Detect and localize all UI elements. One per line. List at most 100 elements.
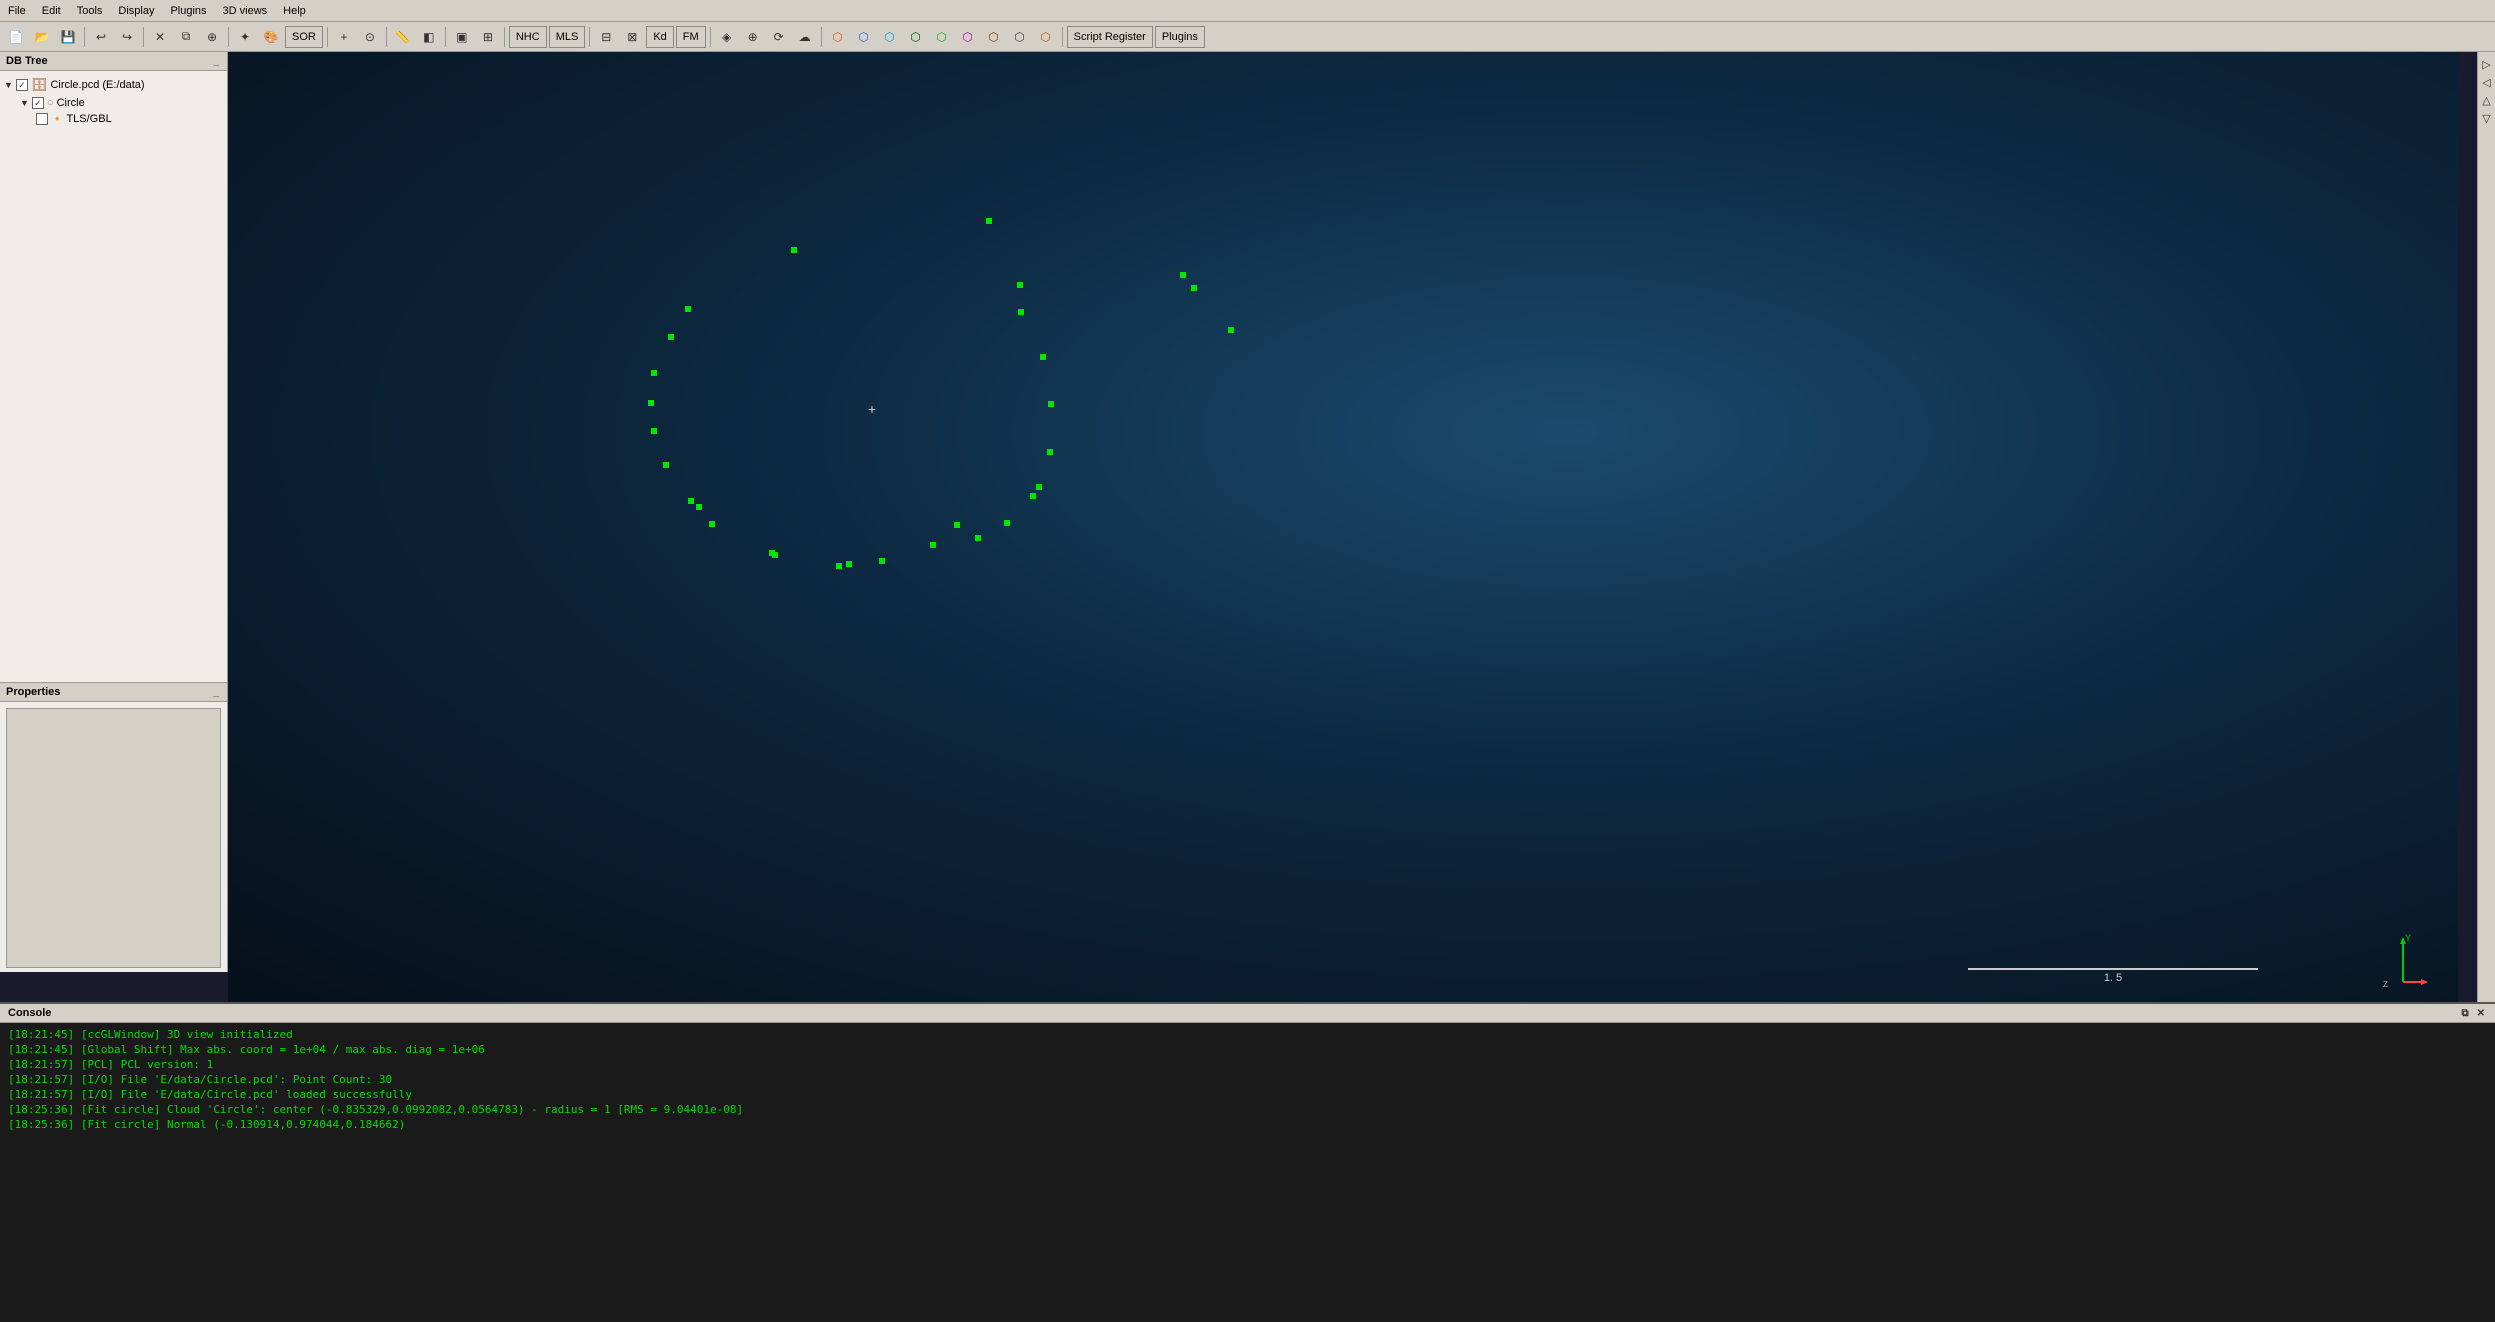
- color-btn[interactable]: 🎨: [259, 25, 283, 49]
- delete-btn[interactable]: ✕: [148, 25, 172, 49]
- kd-btn[interactable]: Kd: [646, 26, 673, 48]
- properties-panel: Properties _: [0, 682, 228, 972]
- db-tree-minimize[interactable]: _: [211, 56, 221, 67]
- plugin1-btn[interactable]: ⬡: [826, 25, 850, 49]
- console-line-3: [18:21:57] [I/O] File 'E/data/Circle.pcd…: [8, 1072, 2487, 1087]
- nhc-btn[interactable]: NHC: [509, 26, 547, 48]
- sample-btn[interactable]: ✦: [233, 25, 257, 49]
- ransac-btn[interactable]: ⟳: [767, 25, 791, 49]
- sep2: [143, 27, 144, 47]
- right-btn3[interactable]: △: [2479, 92, 2495, 108]
- main-viewport[interactable]: + 1. 5 Y Z: [228, 52, 2458, 1002]
- add-point-btn[interactable]: +: [332, 25, 356, 49]
- menu-edit[interactable]: Edit: [34, 3, 69, 19]
- menu-help[interactable]: Help: [275, 3, 314, 19]
- sep7: [504, 27, 505, 47]
- properties-minimize[interactable]: _: [211, 687, 221, 698]
- console-close[interactable]: ✕: [2475, 1008, 2487, 1019]
- root-arrow: ▼: [4, 80, 13, 90]
- point-4: [651, 370, 657, 376]
- scale-label: 1. 5: [2104, 972, 2122, 984]
- point-3: [668, 334, 674, 340]
- point-28: [1191, 285, 1197, 291]
- console-title: Console: [8, 1007, 51, 1019]
- sep10: [821, 27, 822, 47]
- plugin2-btn[interactable]: ⬡: [852, 25, 876, 49]
- classify-btn[interactable]: ◈: [715, 25, 739, 49]
- db-tree-header: DB Tree _: [0, 52, 227, 71]
- redo-btn[interactable]: ↪: [115, 25, 139, 49]
- plugin6-btn[interactable]: ⬡: [956, 25, 980, 49]
- console-content[interactable]: [18:21:45] [ccGLWindow] 3D view initiali…: [0, 1023, 2495, 1313]
- normals-btn[interactable]: ⊠: [620, 25, 644, 49]
- crosshair: +: [864, 401, 880, 417]
- right-btn4[interactable]: ▽: [2479, 110, 2495, 126]
- point-27: [1180, 272, 1186, 278]
- plugins-btn[interactable]: Plugins: [1155, 26, 1205, 48]
- fm-btn[interactable]: FM: [676, 26, 706, 48]
- console-line-2: [18:21:57] [PCL] PCL version: 1: [8, 1057, 2487, 1072]
- plugin8-btn[interactable]: ⬡: [1008, 25, 1032, 49]
- console-line-4: [18:21:57] [I/O] File 'E/data/Circle.pcd…: [8, 1087, 2487, 1102]
- new-btn[interactable]: 📄: [4, 25, 28, 49]
- plugin9-btn[interactable]: ⬡: [1034, 25, 1058, 49]
- plugin4-btn[interactable]: ⬡: [904, 25, 928, 49]
- sep6: [445, 27, 446, 47]
- root-checkbox[interactable]: [16, 79, 28, 91]
- circle-checkbox[interactable]: [32, 97, 44, 109]
- tls-checkbox[interactable]: [36, 113, 48, 125]
- sep5: [386, 27, 387, 47]
- point-19: [1004, 520, 1010, 526]
- view2-btn[interactable]: ⊞: [476, 25, 500, 49]
- plugin7-btn[interactable]: ⬡: [982, 25, 1006, 49]
- point-26: [1017, 282, 1023, 288]
- db-tree-content: ▼ 🗄 Circle.pcd (E:/data) ▼ ○ Circle 🔸 TL…: [0, 71, 227, 131]
- menu-3dviews[interactable]: 3D views: [215, 3, 276, 19]
- plugin5-btn[interactable]: ⬡: [930, 25, 954, 49]
- tls-icon: 🔸: [51, 114, 63, 125]
- grid-btn[interactable]: ⊟: [594, 25, 618, 49]
- section-btn[interactable]: ◧: [417, 25, 441, 49]
- console-line-1: [18:21:45] [Global Shift] Max abs. coord…: [8, 1042, 2487, 1057]
- menu-file[interactable]: File: [0, 3, 34, 19]
- measure-btn[interactable]: 📏: [391, 25, 415, 49]
- cloud-btn[interactable]: ☁: [793, 25, 817, 49]
- compute-btn[interactable]: ⊕: [741, 25, 765, 49]
- tls-label: TLS/GBL: [66, 113, 111, 125]
- tree-tls[interactable]: 🔸 TLS/GBL: [4, 111, 223, 127]
- right-btn2[interactable]: ◁: [2479, 74, 2495, 90]
- point-17: [954, 522, 960, 528]
- right-btn1[interactable]: ▷: [2479, 56, 2495, 72]
- menu-tools[interactable]: Tools: [69, 3, 111, 19]
- mls-btn[interactable]: MLS: [549, 26, 586, 48]
- console-detach[interactable]: ⧉: [2459, 1008, 2470, 1019]
- point-14: [846, 561, 852, 567]
- point-8: [688, 498, 694, 504]
- save-btn[interactable]: 💾: [56, 25, 80, 49]
- plugin3-btn[interactable]: ⬡: [878, 25, 902, 49]
- point-10: [709, 521, 715, 527]
- point-29: [1228, 327, 1234, 333]
- tree-circle[interactable]: ▼ ○ Circle: [4, 95, 223, 111]
- menu-display[interactable]: Display: [110, 3, 162, 19]
- point-24: [1040, 354, 1046, 360]
- script-register-btn[interactable]: Script Register: [1067, 26, 1153, 48]
- point-0: [791, 247, 797, 253]
- view1-btn[interactable]: ▣: [450, 25, 474, 49]
- point-15: [879, 558, 885, 564]
- point-13: [836, 563, 842, 569]
- sor-btn[interactable]: SOR: [285, 26, 323, 48]
- tree-root[interactable]: ▼ 🗄 Circle.pcd (E:/data): [4, 75, 223, 95]
- properties-content: [6, 708, 221, 968]
- undo-btn[interactable]: ↩: [89, 25, 113, 49]
- console-line-6: [18:25:36] [Fit circle] Normal (-0.13091…: [8, 1117, 2487, 1132]
- merge-btn[interactable]: ⊕: [200, 25, 224, 49]
- properties-title: Properties: [6, 686, 60, 698]
- menu-plugins[interactable]: Plugins: [162, 3, 214, 19]
- point-25: [1018, 309, 1024, 315]
- point-5: [648, 400, 654, 406]
- open-btn[interactable]: 📂: [30, 25, 54, 49]
- clone-btn[interactable]: ⧉: [174, 25, 198, 49]
- point-2: [685, 306, 691, 312]
- pick-btn[interactable]: ⊙: [358, 25, 382, 49]
